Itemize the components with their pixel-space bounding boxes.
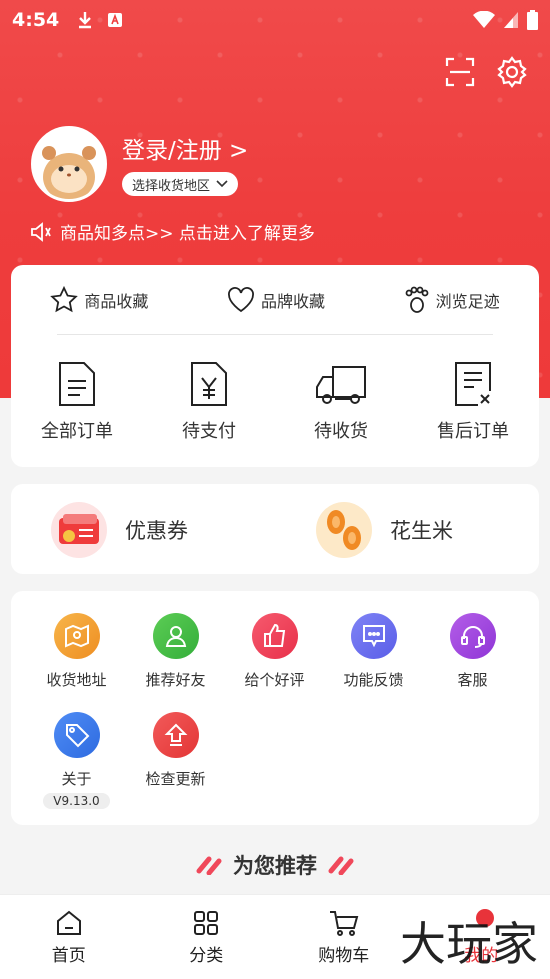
home-icon — [56, 910, 81, 935]
status-time: 4:54 — [12, 9, 60, 31]
address-circle — [53, 613, 100, 659]
thumbs-up-icon — [263, 623, 285, 647]
promos-card: 优惠券 花生米 — [11, 484, 539, 574]
about-label: 关于 — [61, 770, 92, 788]
chevron-down-icon — [216, 180, 228, 188]
pending-payment-button[interactable]: 待支付 — [154, 361, 264, 443]
address-button[interactable]: 收货地址 — [27, 613, 126, 690]
browsing-history-button[interactable]: 浏览足迹 — [404, 286, 500, 314]
rate-circle — [251, 613, 298, 659]
speaker-icon — [31, 221, 51, 242]
truck-icon — [316, 366, 366, 404]
tab-home[interactable]: 首页 — [0, 895, 138, 979]
tab-categories-label: 分类 — [189, 945, 224, 966]
refund-doc-icon — [455, 362, 491, 406]
battery-icon — [527, 10, 538, 30]
region-label: 选择收货地区 — [132, 178, 211, 194]
version-badge: V9.13.0 — [43, 793, 110, 809]
feedback-label: 功能反馈 — [343, 671, 404, 689]
gear-icon — [497, 56, 527, 88]
headset-icon — [460, 626, 485, 648]
check-update-button[interactable]: 检查更新 — [126, 712, 225, 809]
app-notification-icon — [108, 13, 123, 27]
service-circle — [449, 613, 496, 659]
peanuts-button[interactable]: 花生米 — [316, 502, 453, 558]
recommend-title-text: 为您推荐 — [233, 854, 317, 878]
tab-home-label: 首页 — [51, 945, 86, 966]
after-sales-orders-label: 售后订单 — [437, 421, 509, 442]
tab-cart-label: 购物车 — [318, 945, 370, 966]
list-doc-icon — [59, 362, 95, 406]
update-circle — [152, 712, 199, 758]
download-icon — [79, 12, 92, 29]
hamster-avatar-icon — [34, 129, 104, 199]
coupon-icon — [59, 514, 99, 544]
coupon-circle — [51, 502, 107, 558]
browsing-history-label: 浏览足迹 — [435, 292, 500, 311]
address-label: 收货地址 — [46, 671, 107, 689]
yen-doc-icon — [191, 362, 227, 406]
check-update-label: 检查更新 — [145, 770, 206, 788]
pending-payment-label: 待支付 — [182, 421, 236, 442]
status-bar: 4:54 — [0, 0, 550, 40]
orders-card: 商品收藏 品牌收藏 浏览足迹 全部订单 待支付 待收货 售后订单 — [11, 265, 539, 467]
peanut-icon — [327, 510, 361, 550]
watermark-logo: 大玩家 — [400, 917, 538, 971]
scan-icon — [445, 57, 475, 87]
slash-decor-icon — [328, 856, 354, 875]
favorite-products-label: 商品收藏 — [84, 292, 149, 311]
feedback-circle — [350, 613, 397, 659]
recommend-friends-label: 推荐好友 — [145, 671, 206, 689]
map-icon — [64, 624, 89, 648]
favorite-brands-label: 品牌收藏 — [260, 292, 325, 311]
about-button[interactable]: 关于 V9.13.0 — [27, 712, 126, 809]
customer-service-button[interactable]: 客服 — [423, 613, 522, 690]
star-icon — [50, 286, 79, 313]
after-sales-orders-button[interactable]: 售后订单 — [418, 361, 528, 443]
heart-icon — [228, 287, 254, 313]
footprint-icon — [405, 286, 429, 313]
recommend-section-title: 为您推荐 — [0, 850, 550, 880]
favorite-products-button[interactable]: 商品收藏 — [50, 286, 148, 314]
avatar[interactable] — [31, 126, 107, 202]
pending-delivery-label: 待收货 — [314, 421, 368, 442]
login-link[interactable]: 登录/注册 > — [122, 131, 248, 165]
friends-circle — [152, 613, 199, 659]
card-divider — [57, 334, 493, 335]
settings-button[interactable] — [496, 56, 528, 88]
tab-categories[interactable]: 分类 — [138, 895, 276, 979]
all-orders-label: 全部订单 — [41, 421, 113, 442]
coupons-button[interactable]: 优惠券 — [51, 502, 188, 558]
peanut-circle — [316, 502, 372, 558]
tab-cart[interactable]: 购物车 — [275, 895, 413, 979]
rate-app-label: 给个好评 — [244, 671, 305, 689]
about-circle — [53, 712, 100, 758]
feedback-icon — [362, 625, 385, 648]
scan-button[interactable] — [444, 56, 476, 88]
upload-icon — [164, 723, 187, 746]
region-selector[interactable]: 选择收货地区 — [122, 172, 239, 196]
feedback-button[interactable]: 功能反馈 — [324, 613, 423, 690]
recommend-friends-button[interactable]: 推荐好友 — [126, 613, 225, 690]
rate-app-button[interactable]: 给个好评 — [225, 613, 324, 690]
notice-text: 商品知多点>> 点击进入了解更多 — [60, 224, 315, 244]
all-orders-button[interactable]: 全部订单 — [22, 361, 132, 443]
wifi-icon — [473, 11, 495, 28]
coupons-label: 优惠券 — [125, 519, 188, 543]
pending-delivery-button[interactable]: 待收货 — [286, 361, 396, 443]
friends-icon — [165, 626, 186, 647]
cart-icon — [329, 910, 359, 936]
customer-service-label: 客服 — [457, 671, 488, 689]
slash-decor-icon — [196, 856, 222, 875]
tools-card: 收货地址 推荐好友 给个好评 功能反馈 客服 关于 V9.13.0 检查更新 — [11, 591, 539, 825]
favorite-brands-button[interactable]: 品牌收藏 — [227, 287, 325, 313]
peanuts-label: 花生米 — [390, 519, 453, 543]
signal-icon — [504, 12, 518, 28]
tag-icon — [65, 724, 89, 748]
grid-icon — [194, 910, 219, 935]
notice-banner[interactable]: 商品知多点>> 点击进入了解更多 — [30, 219, 315, 244]
